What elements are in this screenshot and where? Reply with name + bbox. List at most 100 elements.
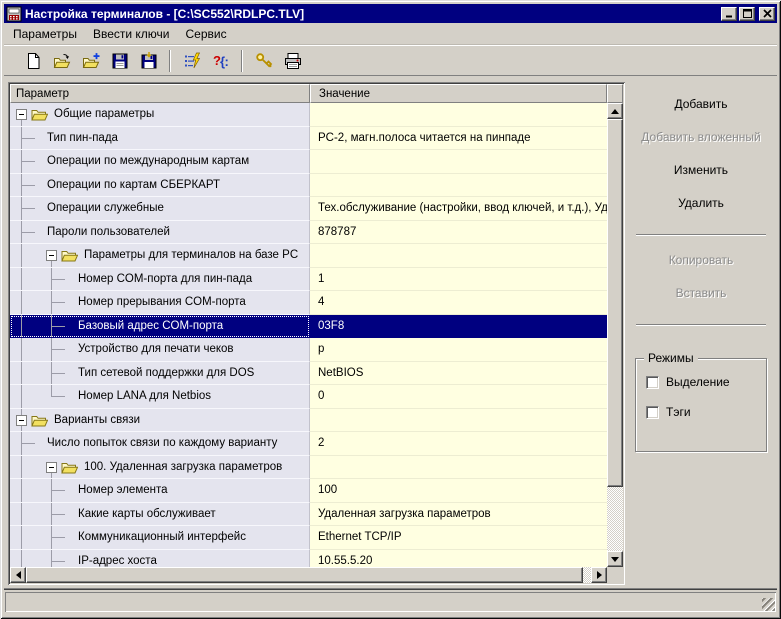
vertical-scrollbar-thumb[interactable]: [607, 119, 623, 487]
print-device-button[interactable]: [278, 48, 307, 74]
parameter-cell: Устройство для печати чеков: [10, 338, 310, 362]
menu-item[interactable]: Параметры: [5, 25, 85, 43]
tree-tick: [21, 231, 35, 233]
vertical-scrollbar[interactable]: [607, 103, 623, 567]
close-button[interactable]: [759, 6, 775, 21]
value-cell: p: [310, 338, 607, 362]
table-row[interactable]: Какие карты обслуживает Удаленная загруз…: [10, 502, 607, 526]
scroll-right-button[interactable]: [591, 567, 607, 583]
table-header: Параметр Значение: [10, 84, 623, 103]
maximize-button[interactable]: [739, 6, 755, 21]
tree-line: [21, 361, 22, 384]
value-cell: Ethernet TCP/IP: [310, 526, 607, 550]
save-button[interactable]: [105, 48, 134, 74]
open-file-add-button[interactable]: [76, 48, 105, 74]
value-cell: [310, 150, 607, 174]
copy-button[interactable]: Копировать: [633, 250, 769, 270]
table-row[interactable]: Операции по картам СБЕРКАРТ: [10, 173, 607, 197]
key-icon: [255, 52, 272, 67]
save-icon: [112, 53, 127, 68]
resize-grip[interactable]: [762, 598, 775, 611]
maximize-icon: [742, 9, 752, 18]
scroll-up-button[interactable]: [607, 103, 623, 119]
value-label: [318, 244, 607, 267]
value-label: 100: [318, 484, 338, 496]
horizontal-scrollbar[interactable]: [10, 567, 607, 583]
table-row[interactable]: Номер прерывания COM-порта 4: [10, 291, 607, 315]
table-row[interactable]: Номер элемента 100: [10, 479, 607, 503]
add-button[interactable]: Добавить: [633, 94, 769, 114]
window-controls: [721, 6, 775, 21]
table-row[interactable]: Тип пин-пада PC-2, магн.полоса читается …: [10, 126, 607, 150]
table-row[interactable]: Тип сетевой поддержки для DOS NetBIOS: [10, 361, 607, 385]
table-row[interactable]: IP-адрес хоста 10.55.5.20: [10, 549, 607, 567]
vertical-scrollbar-track[interactable]: [607, 487, 623, 551]
arrow-down-icon: [611, 556, 619, 566]
menu-item[interactable]: Ввести ключи: [85, 25, 178, 43]
parameter-label: Операции по международным картам: [47, 155, 250, 167]
table-row[interactable]: Общие параметры: [10, 103, 607, 127]
new-file-button[interactable]: [18, 48, 47, 74]
value-cell: 10.55.5.20: [310, 549, 607, 567]
parameter-cell: Варианты связи: [10, 408, 310, 432]
parameter-cell: Тип сетевой поддержки для DOS: [10, 361, 310, 385]
collapse-toggle[interactable]: [16, 414, 27, 426]
value-label: NetBIOS: [318, 366, 364, 379]
value-cell: PC-2, магн.полоса читается на пинпаде: [310, 126, 607, 150]
parameter-cell: Пароли пользователей: [10, 220, 310, 244]
table-row[interactable]: Операции служебные Тех.обслуживание (нас…: [10, 197, 607, 221]
side-panel: Добавить Добавить вложенный Изменить Удалит…: [627, 82, 775, 584]
value-label: 10.55.5.20: [318, 554, 373, 567]
value-cell: 878787: [310, 220, 607, 244]
add-nested-button[interactable]: Добавить вложенный: [633, 127, 769, 147]
tree-line: [21, 244, 22, 267]
syntax-help-button[interactable]: ? { :: [206, 48, 235, 74]
column-header-value[interactable]: Значение: [310, 84, 607, 103]
parameter-cell: Номер элемента: [10, 479, 310, 503]
folder-icon: [31, 415, 48, 426]
tree-tick: [51, 325, 65, 327]
parameter-label: Варианты связи: [54, 413, 141, 426]
horizontal-scrollbar-track[interactable]: [583, 567, 591, 583]
table-row[interactable]: Коммуникационный интерфейс Ethernet TCP/…: [10, 526, 607, 550]
table-row[interactable]: Пароли пользователей 878787: [10, 220, 607, 244]
scroll-left-button[interactable]: [10, 567, 26, 583]
table-row[interactable]: Параметры для терминалов на базе PC: [10, 244, 607, 268]
parameter-cell: Какие карты обслуживает: [10, 502, 310, 526]
open-file-button[interactable]: [47, 48, 76, 74]
enter-keys-button[interactable]: [249, 48, 278, 74]
menu-item[interactable]: Сервис: [178, 25, 235, 43]
status-bar: [5, 592, 776, 612]
checkbox-label: Выделение: [666, 375, 730, 389]
collapse-toggle[interactable]: [46, 250, 57, 261]
column-header-parameter[interactable]: Параметр: [10, 84, 310, 103]
value-cell: 1: [310, 267, 607, 291]
scroll-down-button[interactable]: [607, 551, 623, 567]
paste-button[interactable]: Вставить: [633, 283, 769, 303]
value-label: [318, 174, 607, 197]
collapse-toggle[interactable]: [46, 461, 57, 473]
table-row[interactable]: Число попыток связи по каждому варианту …: [10, 432, 607, 456]
table-row[interactable]: Номер COM-порта для пин-пада 1: [10, 267, 607, 291]
table-row[interactable]: Варианты связи: [10, 408, 607, 432]
table-row[interactable]: Базовый адрес COM-порта 03F8: [10, 314, 607, 338]
checkbox[interactable]: [646, 375, 659, 389]
edit-button[interactable]: Изменить: [633, 160, 769, 180]
parameter-cell: Тип пин-пада: [10, 126, 310, 150]
parameter-label: Операции по картам СБЕРКАРТ: [47, 178, 221, 191]
minimize-button[interactable]: [721, 6, 737, 21]
parameter-cell: Операции служебные: [10, 197, 310, 221]
checkbox[interactable]: [646, 405, 659, 419]
horizontal-scrollbar-thumb[interactable]: [26, 567, 583, 583]
table-row[interactable]: Устройство для печати чеков p: [10, 338, 607, 362]
tree-tick: [51, 537, 65, 538]
delete-button[interactable]: Удалить: [633, 193, 769, 213]
table-row[interactable]: Операции по международным картам: [10, 150, 607, 174]
open-folder-plus-icon: [82, 52, 99, 68]
check-parameters-button[interactable]: [177, 48, 206, 74]
table-row[interactable]: 100. Удаленная загрузка параметров: [10, 455, 607, 479]
table-row[interactable]: Номер LANA для Netbios 0: [10, 385, 607, 409]
collapse-toggle[interactable]: [16, 109, 27, 120]
tree-line: [21, 385, 22, 408]
save-as-button[interactable]: [134, 48, 163, 74]
